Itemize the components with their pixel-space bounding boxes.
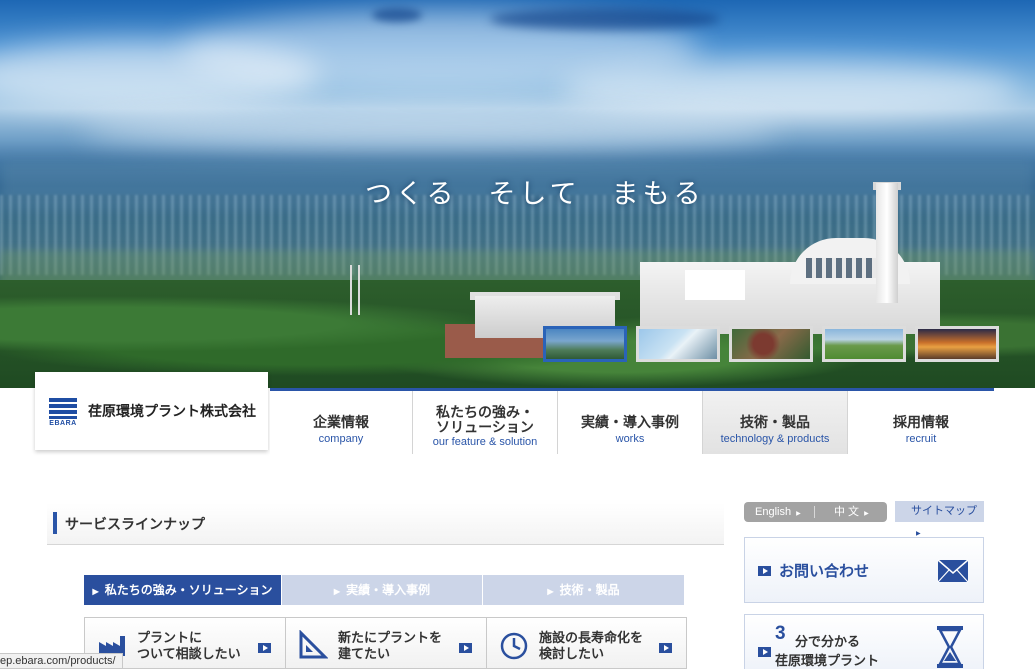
tab-label: 私たちの強み・ソリューション [104, 583, 273, 597]
tab-works[interactable]: ▶ 実績・導入事例 [281, 575, 482, 605]
contact-button[interactable]: お問い合わせ [744, 537, 984, 603]
card-extend-lifespan[interactable]: 施設の長寿命化を 検討したい [486, 618, 686, 669]
card-build-plant[interactable]: 新たにプラントを 建てたい [285, 618, 486, 669]
nav-label-en: technology & products [720, 433, 830, 445]
nav-label-en: works [615, 433, 645, 445]
tab-technology-products[interactable]: ▶ 技術・製品 [482, 575, 684, 605]
triangle-right-icon: ▶ [864, 511, 869, 517]
hourglass-icon [937, 626, 963, 668]
section-header: サービスラインナップ [47, 503, 724, 545]
quick-intro-line2: 荏原環境プラント [775, 653, 880, 668]
hero-thumbnail-sunset[interactable] [915, 326, 999, 362]
sitemap-label: サイトマップ [911, 505, 977, 517]
section-marker [53, 512, 57, 534]
triangle-right-icon: ▶ [333, 587, 341, 596]
section-title: サービスラインナップ [65, 516, 205, 532]
cloud [80, 110, 780, 150]
nav-label-jp: 私たちの強み・ ソリューション [436, 404, 534, 435]
quick-intro-number: 3 [775, 623, 786, 644]
card-label: 新たにプラントを 建てたい [338, 630, 443, 661]
hero-thumbnail-machinery[interactable] [729, 326, 813, 362]
triangle-ruler-icon [299, 630, 328, 659]
tab-label: 技術・製品 [559, 583, 620, 597]
nav-label-jp: 採用情報 [893, 414, 949, 430]
divider [814, 506, 815, 518]
service-cards: プラントに ついて相談したい 新たにプラントを 建てたい 施設の長寿命化を 検討… [84, 617, 687, 669]
clock-icon [500, 632, 528, 660]
lang-label: 中 文 [834, 506, 860, 518]
arrow-right-icon [258, 643, 271, 653]
triangle-right-icon: ▶ [547, 587, 554, 596]
arrow-right-icon [758, 566, 771, 576]
service-tabs: ▶ 私たちの強み・ソリューション ▶ 実績・導入事例 ▶ 技術・製品 [84, 575, 684, 605]
tab-label: 実績・導入事例 [346, 583, 431, 597]
lang-chinese-link[interactable]: 中 文 ▶ [834, 502, 869, 522]
company-logo[interactable]: EBARA 荏原環境プラント株式会社 [35, 372, 268, 450]
quick-intro-line1: 分で分かる [795, 634, 861, 649]
power-pylon [350, 265, 360, 315]
arrow-right-icon [659, 643, 672, 653]
cloud [560, 60, 1020, 120]
nav-item-recruit[interactable]: 採用情報 recruit [847, 391, 994, 454]
browser-status-bar: ep.ebara.com/products/ [0, 653, 123, 669]
sitemap-link[interactable]: サイトマップ▶ [895, 501, 984, 537]
envelope-icon [937, 559, 969, 583]
hero-thumbnail-pipes[interactable] [636, 326, 720, 362]
triangle-right-icon: ▶ [92, 587, 99, 596]
arrow-right-icon [459, 643, 472, 653]
arrow-right-icon [758, 647, 771, 657]
nav-label-jp: 技術・製品 [740, 414, 810, 430]
hero-thumbnail-field[interactable] [822, 326, 906, 362]
quick-intro-button[interactable]: 3 分で分かる 荏原環境プラント [744, 614, 984, 669]
nav-item-company[interactable]: 企業情報 company [270, 391, 412, 454]
plant-building [685, 270, 745, 300]
hero-slogan: つくる そして まもる [365, 179, 705, 210]
ebara-logo-icon: EBARA [49, 398, 77, 428]
nav-item-works[interactable]: 実績・導入事例 works [557, 391, 702, 454]
nav-label-jp: 実績・導入事例 [581, 414, 679, 430]
cloud [372, 8, 422, 22]
cloud [490, 8, 720, 30]
nav-item-feature-solution[interactable]: 私たちの強み・ ソリューション our feature & solution [412, 391, 557, 454]
company-name: 荏原環境プラント株式会社 [88, 403, 256, 419]
nav-label-en: our feature & solution [432, 436, 538, 448]
global-nav: 企業情報 company 私たちの強み・ ソリューション our feature… [270, 388, 994, 454]
card-label: 施設の長寿命化を 検討したい [539, 630, 644, 661]
lang-label: English [755, 506, 792, 518]
logo-mark-text: EBARA [49, 420, 77, 427]
nav-item-technology-products[interactable]: 技術・製品 technology & products [702, 391, 847, 454]
nav-label-jp: 企業情報 [313, 414, 369, 430]
lang-english-link[interactable]: English ▶ [755, 502, 801, 522]
contact-label: お問い合わせ [779, 563, 870, 580]
hero-thumbnail-plant[interactable] [543, 326, 627, 362]
chimney [876, 183, 898, 303]
card-label: プラントに ついて相談したい [137, 630, 241, 661]
nav-label-en: recruit [905, 433, 937, 445]
tab-feature-solution[interactable]: ▶ 私たちの強み・ソリューション [84, 575, 281, 605]
hero-banner: つくる そして まもる [0, 0, 1035, 388]
triangle-right-icon: ▶ [796, 511, 801, 517]
nav-label-en: company [318, 433, 364, 445]
language-switcher: English ▶ 中 文 ▶ [744, 502, 887, 522]
